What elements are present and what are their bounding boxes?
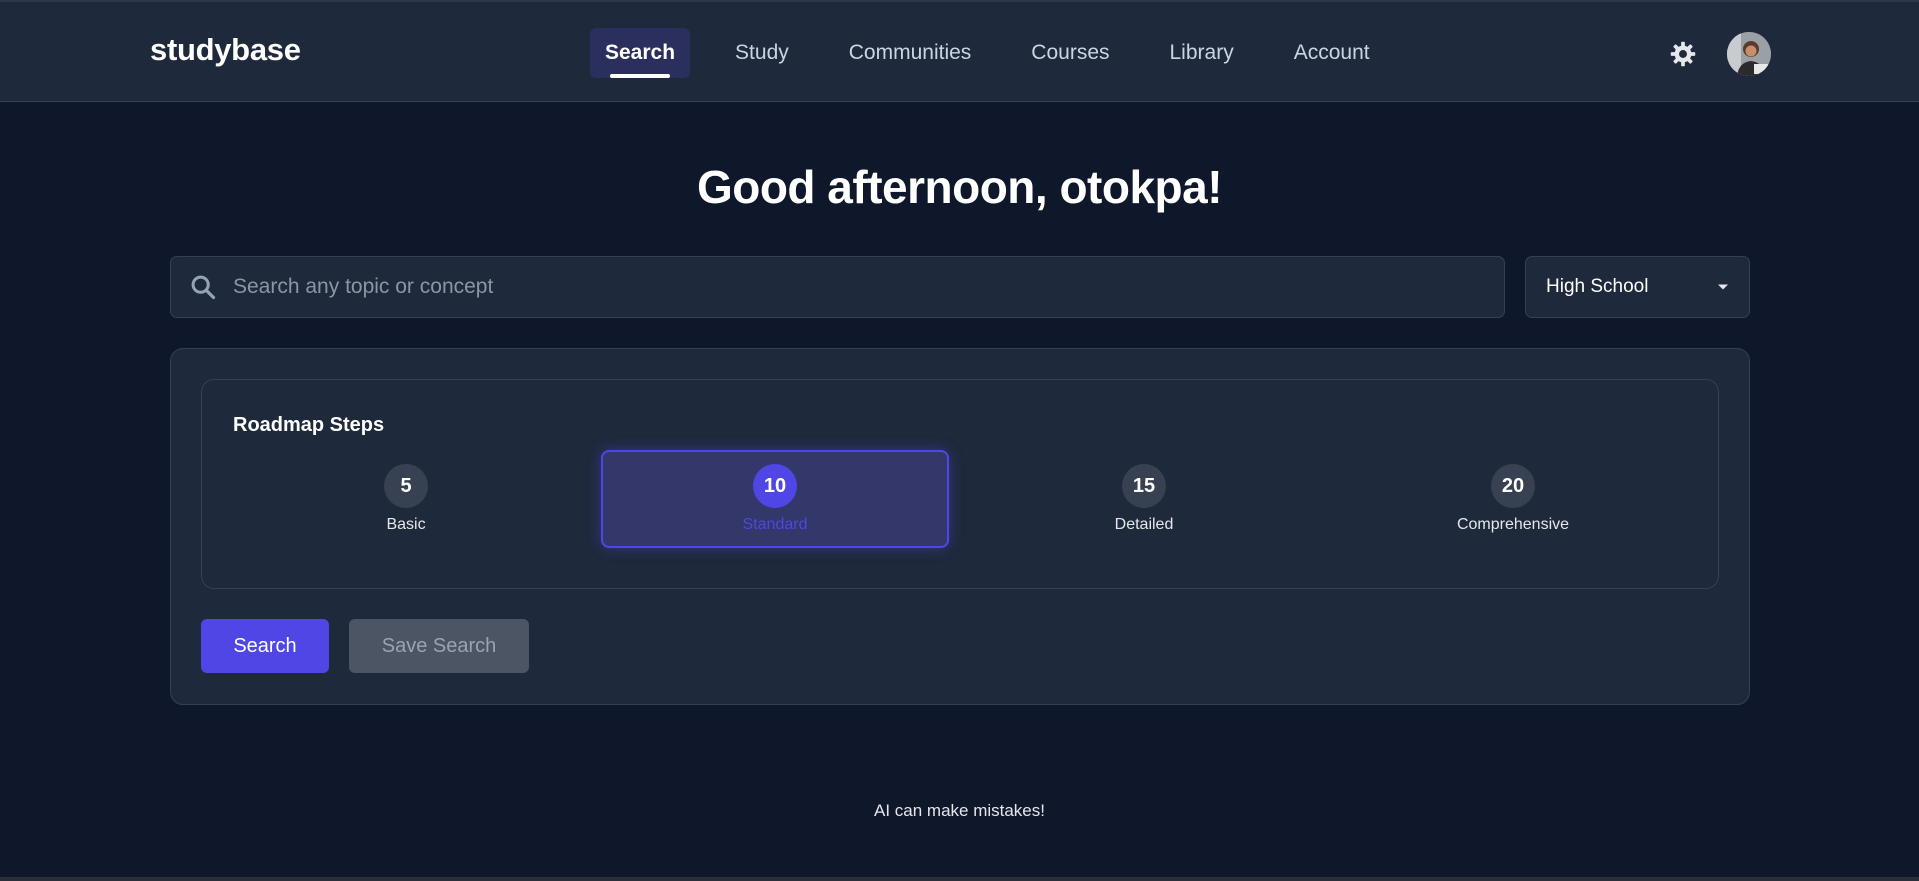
avatar[interactable]: [1727, 32, 1771, 76]
search-icon: [191, 275, 216, 300]
top-navigation-bar: studybase Search Study Communities Cours…: [0, 0, 1919, 102]
nav-item-communities[interactable]: Communities: [834, 28, 987, 78]
user-avatar-icon: [1727, 32, 1771, 76]
roadmap-steps-title: Roadmap Steps: [233, 414, 385, 436]
nav-item-account[interactable]: Account: [1279, 28, 1385, 78]
step-option-label: Detailed: [1114, 516, 1174, 533]
greeting-heading: Good afternoon, otokpa!: [696, 161, 1223, 213]
main-nav: Search Study Communities Courses Library…: [590, 28, 1415, 78]
roadmap-option-standard[interactable]: 10 Standard: [601, 450, 949, 548]
nav-item-courses[interactable]: Courses: [1016, 28, 1124, 78]
step-count-badge: 5: [384, 464, 428, 508]
roadmap-steps-card: Roadmap Steps 5 Basic 10 Standard 15 Det…: [201, 379, 1719, 589]
ai-disclaimer: AI can make mistakes!: [873, 801, 1045, 820]
step-option-label: Comprehensive: [1456, 516, 1570, 533]
caret-down-icon: [1718, 284, 1728, 290]
roadmap-option-detailed[interactable]: 15 Detailed: [970, 450, 1318, 548]
search-options-panel: Roadmap Steps 5 Basic 10 Standard 15 Det…: [170, 348, 1750, 705]
education-level-value: High School: [1546, 276, 1649, 297]
search-input[interactable]: [233, 257, 1504, 317]
nav-item-search[interactable]: Search: [590, 28, 691, 78]
step-option-label: Standard: [742, 516, 808, 533]
window-bottom-edge: [0, 877, 1919, 881]
roadmap-option-comprehensive[interactable]: 20 Comprehensive: [1339, 450, 1687, 548]
step-count-badge: 10: [753, 464, 797, 508]
search-bar[interactable]: [170, 256, 1505, 318]
save-search-button[interactable]: Save Search: [349, 619, 529, 673]
step-count-badge: 15: [1122, 464, 1166, 508]
step-option-label: Basic: [386, 516, 426, 533]
education-level-select[interactable]: High School: [1525, 256, 1750, 318]
step-count-badge: 20: [1491, 464, 1535, 508]
nav-item-library[interactable]: Library: [1155, 28, 1249, 78]
roadmap-option-basic[interactable]: 5 Basic: [232, 450, 580, 548]
gear-icon[interactable]: [1669, 40, 1697, 68]
nav-item-study[interactable]: Study: [720, 28, 804, 78]
brand-logo[interactable]: studybase: [150, 32, 301, 68]
search-button[interactable]: Search: [201, 619, 329, 673]
